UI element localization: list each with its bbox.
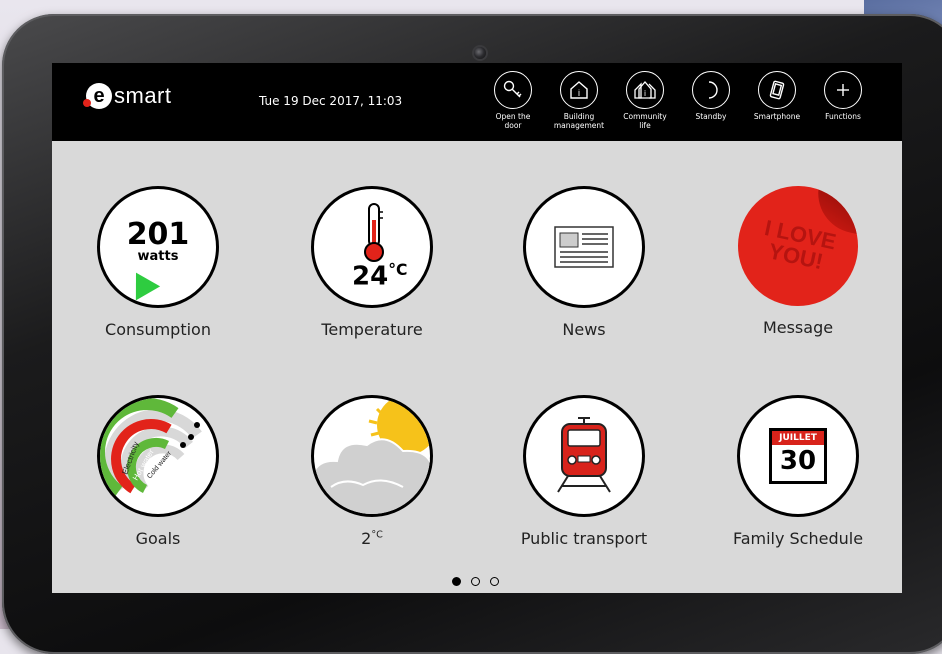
tablet-screen: e smart Tue 19 Dec 2017, 11:03 Open the … <box>52 63 902 593</box>
news-tile[interactable]: News <box>504 186 664 339</box>
temperature-value: 24 <box>352 261 389 292</box>
page-dot-2[interactable] <box>471 577 480 586</box>
weather-unit: °C <box>371 529 383 541</box>
transport-label: Public transport <box>520 529 648 548</box>
gauge-indicator <box>123 265 161 301</box>
smartphone-icon <box>758 71 796 109</box>
community-icon: i <box>626 71 664 109</box>
weather-icon <box>311 395 433 517</box>
temperature-icon: 24°C <box>311 186 433 308</box>
logo-mark: e <box>83 83 112 109</box>
standby-label: Standby <box>695 112 727 121</box>
open-door-button[interactable]: Open the door <box>480 71 546 130</box>
key-icon <box>494 71 532 109</box>
transport-tile[interactable]: Public transport <box>504 395 664 548</box>
date-time: Tue 19 Dec 2017, 11:03 <box>259 94 403 108</box>
consumption-label: Consumption <box>105 320 211 339</box>
page-dot-1[interactable] <box>452 577 461 586</box>
page-indicator <box>452 577 499 586</box>
functions-button[interactable]: Functions <box>810 71 876 130</box>
consumption-tile[interactable]: 201 watts Consumption <box>78 186 238 339</box>
weather-label: 2°C <box>361 529 383 548</box>
consumption-icon: 201 watts <box>97 186 219 308</box>
schedule-tile[interactable]: JUILLET 30 Family Schedule <box>718 395 878 548</box>
newspaper-icon <box>523 186 645 308</box>
weather-temp: 2 <box>361 529 372 548</box>
schedule-label: Family Schedule <box>732 529 864 548</box>
smartphone-label: Smartphone <box>753 112 801 121</box>
goals-icon: Electricity Hot water Cold water <box>97 395 219 517</box>
logo-text: smart <box>114 83 172 108</box>
page-dot-3[interactable] <box>490 577 499 586</box>
building-icon: i <box>560 71 598 109</box>
calendar-month: JUILLET <box>772 431 824 445</box>
toolbar: Open the door i Building management i Co… <box>480 71 876 130</box>
standby-button[interactable]: Standby <box>678 71 744 130</box>
tram-icon <box>523 395 645 517</box>
open-door-label: Open the door <box>495 112 531 130</box>
weather-tile[interactable]: 2°C <box>292 395 452 548</box>
smartphone-button[interactable]: Smartphone <box>744 71 810 130</box>
building-management-label: Building management <box>553 112 605 130</box>
community-life-button[interactable]: i Community life <box>612 71 678 130</box>
functions-label: Functions <box>825 112 861 121</box>
temperature-label: Temperature <box>321 320 423 339</box>
top-bar: e smart Tue 19 Dec 2017, 11:03 Open the … <box>52 63 902 141</box>
plus-icon <box>824 71 862 109</box>
community-life-label: Community life <box>623 112 667 130</box>
esmart-logo: e smart <box>83 83 172 109</box>
goals-tile[interactable]: Electricity Hot water Cold water Goals <box>78 395 238 548</box>
consumption-value: 201 <box>126 216 190 252</box>
camera-icon <box>474 47 486 59</box>
love-sticker-icon: I LOVE YOU! <box>726 174 870 318</box>
building-management-button[interactable]: i Building management <box>546 71 612 130</box>
temperature-tile[interactable]: 24°C Temperature <box>292 186 452 339</box>
message-label: Message <box>762 318 834 337</box>
svg-text:i: i <box>578 88 580 98</box>
news-label: News <box>562 320 606 339</box>
temperature-unit: °C <box>388 261 408 279</box>
moon-icon <box>692 71 730 109</box>
calendar-day: 30 <box>779 446 817 476</box>
svg-text:i: i <box>644 89 646 98</box>
goals-label: Goals <box>135 529 181 548</box>
calendar-icon: JUILLET 30 <box>737 395 859 517</box>
message-tile[interactable]: I LOVE YOU! Message <box>718 174 878 337</box>
